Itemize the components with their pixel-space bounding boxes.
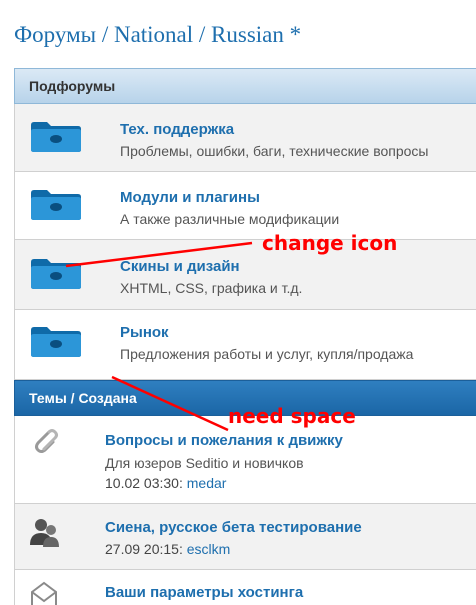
topic-date: 27.09 20:15:: [105, 541, 183, 557]
subforum-title[interactable]: Модули и плагины: [120, 189, 260, 206]
subforum-title[interactable]: Скины и дизайн: [120, 258, 240, 275]
topic-author-link[interactable]: medar: [187, 475, 227, 491]
topic-author-link[interactable]: esclkm: [187, 541, 231, 557]
folder-icon: [31, 327, 81, 357]
users-icon: [30, 519, 59, 547]
subforum-row-modules[interactable]: Модули и плагины А также различные модиф…: [14, 172, 476, 240]
topic-date: 10.02 03:30:: [105, 475, 183, 491]
subforums-header: Подфорумы: [14, 68, 476, 104]
subforum-title[interactable]: Рынок: [120, 324, 169, 341]
topic-desc: Для юзеров Seditio и новичков: [105, 455, 304, 471]
envelope-icon: [31, 581, 57, 605]
subforum-row-skins[interactable]: Скины и дизайн XHTML, CSS, графика и т.д…: [14, 240, 476, 310]
change-icon-annotation: change icon: [262, 231, 398, 255]
paperclip-icon: [35, 429, 58, 453]
subforums-header-label: Подфорумы: [29, 78, 116, 94]
folder-icon: [31, 259, 81, 289]
topic-title[interactable]: Сиена, русское бета тестирование: [105, 519, 362, 536]
breadcrumb[interactable]: Форумы / National / Russian *: [14, 22, 301, 48]
subforum-desc: Предложения работы и услуг, купля/продаж…: [120, 346, 414, 362]
topics-header-label[interactable]: Темы / Создана: [29, 390, 137, 406]
topic-meta: 10.02 03:30: medar: [105, 475, 226, 491]
topic-title[interactable]: Вопросы и пожелания к движку: [105, 432, 343, 449]
topic-row[interactable]: Сиена, русское бета тестирование 27.09 2…: [14, 504, 476, 570]
folder-icon: [31, 190, 81, 220]
topic-meta: 27.09 20:15: esclkm: [105, 541, 230, 557]
topic-title[interactable]: Ваши параметры хостинга: [105, 584, 303, 601]
subforum-desc: Проблемы, ошибки, баги, технические вопр…: [120, 143, 429, 159]
subforum-desc: А также различные модификации: [120, 211, 340, 227]
topic-row[interactable]: Ваши параметры хостинга: [14, 570, 476, 605]
subforum-title[interactable]: Тех. поддержка: [120, 121, 234, 138]
folder-icon: [31, 122, 81, 152]
need-space-annotation: need space: [228, 404, 356, 428]
topic-row[interactable]: Вопросы и пожелания к движку Для юзеров …: [14, 416, 476, 504]
subforum-row-market[interactable]: Рынок Предложения работы и услуг, купля/…: [14, 310, 476, 380]
subforum-desc: XHTML, CSS, графика и т.д.: [120, 280, 303, 296]
subforum-row-support[interactable]: Тех. поддержка Проблемы, ошибки, баги, т…: [14, 104, 476, 172]
